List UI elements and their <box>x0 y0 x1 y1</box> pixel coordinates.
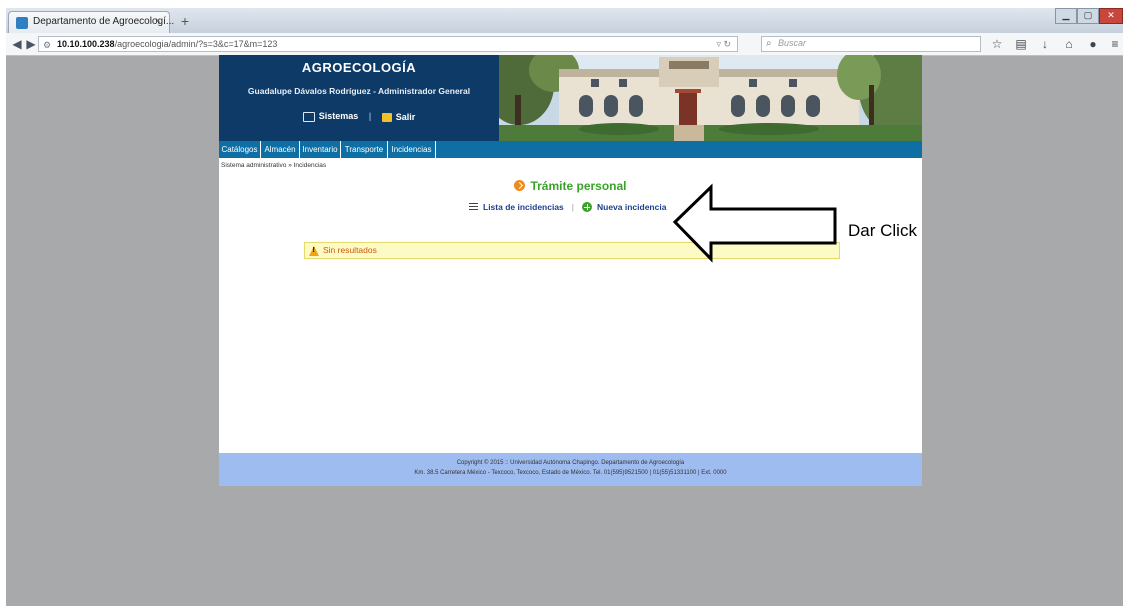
systems-link[interactable]: Sistemas <box>302 111 359 122</box>
menu-item-incidencias[interactable]: Incidencias <box>388 141 436 158</box>
user-info: Guadalupe Dávalos Rodríguez - Administra… <box>247 86 471 96</box>
url-path: /agroecologia/admin/?s=3&c=17&m=123 <box>114 39 278 49</box>
address-bar[interactable]: ⚙ 10.10.100.238/agroecologia/admin/?s=3&… <box>38 36 738 52</box>
header-links: Sistemas | Salir <box>219 111 499 122</box>
list-incidents-label: Lista de incidencias <box>483 202 564 212</box>
brand-panel: AGROECOLOGÍA Guadalupe Dávalos Rodríguez… <box>219 55 499 141</box>
tab-close-button[interactable]: × <box>155 16 161 27</box>
campus-banner-image <box>499 55 922 141</box>
forward-button[interactable]: ▶ <box>24 37 38 51</box>
site-header: AGROECOLOGÍA Guadalupe Dávalos Rodríguez… <box>219 55 922 141</box>
list-icon <box>469 203 478 210</box>
no-results-alert: Sin resultados <box>304 242 840 259</box>
new-incident-label: Nueva incidencia <box>597 202 667 212</box>
footer-address: Km. 38.5 Carretera México - Texcoco, Tex… <box>414 470 727 476</box>
page-title: Trámite personal <box>219 179 922 193</box>
minimize-button[interactable]: ▁ <box>1055 8 1077 24</box>
plus-circle-icon <box>582 202 592 212</box>
browser-window: Departamento de Agroecologí... × + ▁ ▢ ✕… <box>6 8 1123 606</box>
favicon-icon <box>16 17 28 29</box>
forward-arrow-icon: ▶ <box>26 37 36 51</box>
navigation-toolbar: ◀ ▶ ⚙ 10.10.100.238/agroecologia/admin/?… <box>6 33 1123 56</box>
menu-item-almacen[interactable]: Almacén <box>261 141 300 158</box>
browser-tab[interactable]: Departamento de Agroecologí... × <box>8 11 174 33</box>
maximize-icon: ▢ <box>1083 10 1093 20</box>
footer-copyright: Copyright © 2015 :: Universidad Autónoma… <box>456 460 685 466</box>
url-text: 10.10.100.238/agroecologia/admin/?s=3&c=… <box>57 37 277 51</box>
warning-icon <box>309 246 319 256</box>
minimize-icon: ▁ <box>1062 10 1070 20</box>
breadcrumb: Sistema administrativo » Incidencias <box>221 162 327 169</box>
reload-icon[interactable]: ▿ ↻ <box>716 37 731 51</box>
web-page: AGROECOLOGÍA Guadalupe Dávalos Rodríguez… <box>219 55 922 486</box>
annotation-label: Dar Click <box>848 221 917 240</box>
monitor-icon <box>302 111 315 122</box>
bookmark-star-icon[interactable]: ☆ <box>990 37 1004 51</box>
menu-icon[interactable]: ≡ <box>1108 37 1122 51</box>
header-link-separator: | <box>368 111 372 121</box>
new-tab-button[interactable]: + <box>176 13 194 30</box>
main-menu: Catálogos Almacén Inventario Transporte … <box>219 141 922 158</box>
list-incidents-link[interactable]: Lista de incidencias <box>469 202 564 212</box>
page-title-text: Trámite personal <box>530 179 627 193</box>
arrow-circle-icon <box>514 180 526 191</box>
systems-link-label: Sistemas <box>318 111 359 122</box>
maximize-button[interactable]: ▢ <box>1077 8 1099 24</box>
url-host: 10.10.100.238 <box>57 39 115 49</box>
logout-link-label: Salir <box>395 111 416 122</box>
logout-link[interactable]: Salir <box>381 111 416 122</box>
site-info-icon[interactable]: ⚙ <box>43 38 51 52</box>
exit-icon <box>381 112 392 122</box>
back-arrow-icon: ◀ <box>12 37 22 51</box>
action-links: Lista de incidencias | Nueva incidencia <box>469 202 666 212</box>
menu-item-transporte[interactable]: Transporte <box>341 141 388 158</box>
tab-title: Departamento de Agroecologí... <box>33 16 175 27</box>
chat-icon[interactable]: ● <box>1086 37 1100 51</box>
alert-text: Sin resultados <box>323 245 377 255</box>
site-title: AGROECOLOGÍA <box>301 60 417 75</box>
new-incident-link[interactable]: Nueva incidencia <box>582 202 666 212</box>
search-icon: ⌕ <box>766 38 772 49</box>
search-bar[interactable]: ⌕ Buscar <box>761 36 981 52</box>
bookmarks-menu-icon[interactable]: ▤ <box>1014 37 1028 51</box>
home-icon[interactable]: ⌂ <box>1062 37 1076 51</box>
back-button[interactable]: ◀ <box>10 37 24 51</box>
tab-strip: Departamento de Agroecologí... × + ▁ ▢ ✕ <box>6 8 1123 33</box>
action-separator: | <box>571 202 574 212</box>
menu-item-catalogos[interactable]: Catálogos <box>219 141 261 158</box>
window-close-button[interactable]: ✕ <box>1099 8 1123 24</box>
search-placeholder: Buscar <box>778 38 807 48</box>
menu-item-inventario[interactable]: Inventario <box>300 141 341 158</box>
site-footer: Copyright © 2015 :: Universidad Autónoma… <box>219 453 922 486</box>
close-icon: ✕ <box>1107 10 1115 20</box>
downloads-icon[interactable]: ↓ <box>1038 37 1052 51</box>
